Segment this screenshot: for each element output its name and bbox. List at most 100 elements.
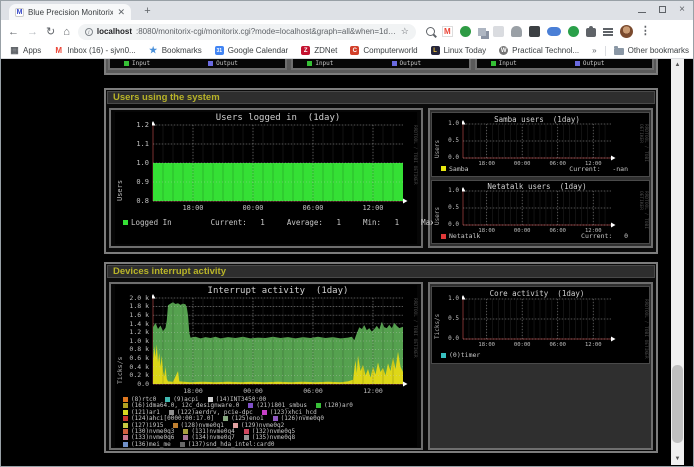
window-controls: × xyxy=(638,2,685,17)
y-tick-label: 1.0 xyxy=(115,159,149,167)
stat-value: Min: 1 xyxy=(363,218,399,227)
x-tick-label: 18:00 xyxy=(472,342,502,348)
legend-swatch xyxy=(273,416,278,421)
ghost-ext-icon[interactable] xyxy=(511,26,522,37)
minimize-button[interactable] xyxy=(638,12,646,13)
legend-swatch xyxy=(233,423,238,428)
rrdtool-watermark: RRDTOOL / TOBI OETIKER xyxy=(412,125,417,185)
green-circle-ext-icon[interactable] xyxy=(568,26,579,37)
output-label: Output xyxy=(216,60,238,67)
bookmark-star-icon[interactable]: ☆ xyxy=(401,26,409,37)
legend-item: (0)timer xyxy=(441,351,480,359)
magnifier-ext-icon[interactable] xyxy=(426,27,435,36)
home-button[interactable]: ⌂ xyxy=(63,26,70,38)
profile-avatar[interactable] xyxy=(620,25,633,38)
y-tick-label: 0.4 k xyxy=(115,363,149,371)
legend-swatch xyxy=(123,435,128,440)
bookmark-item[interactable]: CComputerworld xyxy=(350,46,417,55)
interrupt-activity-chart: Interrupt activity (1day)Ticks/sRRDTOOL … xyxy=(115,285,417,447)
input-swatch xyxy=(491,61,496,66)
menu-dots-icon[interactable]: ⋮ xyxy=(640,26,651,37)
x-tick-label: 18:00 xyxy=(178,387,208,395)
bookmark-label: Practical Technol... xyxy=(512,46,579,55)
chart-plot xyxy=(462,120,617,163)
blue-pill-ext-icon[interactable] xyxy=(547,27,561,36)
y-tick-label: 1.2 xyxy=(115,121,149,129)
stat-value: Current: -nan xyxy=(569,165,628,173)
page-scrollbar[interactable]: ▲ ▼ xyxy=(671,59,684,465)
back-button[interactable]: ← xyxy=(8,26,19,38)
bookmark-item[interactable]: ▦Apps xyxy=(10,46,41,55)
bookmarks-overflow-chevron[interactable]: » xyxy=(592,46,596,55)
address-bar[interactable]: i localhost :8080/monitorix-cgi/monitori… xyxy=(78,24,416,40)
y-tick-label: 1.0 k xyxy=(115,337,149,345)
forward-button[interactable]: → xyxy=(27,26,38,38)
bookmark-item[interactable]: 31Google Calendar xyxy=(215,46,288,55)
monitorix-page: InputOutputInputOutputInputOutput Users … xyxy=(1,59,693,465)
y-tick-label: 0.2 k xyxy=(115,371,149,379)
legend-swatch xyxy=(248,403,253,408)
tab-close-icon[interactable]: ✕ xyxy=(117,8,125,17)
legend-swatch xyxy=(123,423,128,428)
legend-swatch xyxy=(223,416,228,421)
maximize-button[interactable] xyxy=(659,6,666,13)
chart-plot xyxy=(462,295,617,344)
network-graph-panel-bottom: InputOutput xyxy=(108,59,287,70)
y-tick-label: 0.0 xyxy=(433,154,459,161)
browser-tab[interactable]: M Blue Precision Monitorix ✕ xyxy=(9,4,131,20)
bookmark-item[interactable]: ZZDNet xyxy=(301,46,337,55)
legend-label: (137)snd_hda_intel:card0 xyxy=(188,441,275,448)
y-tick-label: 0.6 k xyxy=(115,354,149,362)
legend-item: (137)snd_hda_intel:card0 xyxy=(180,441,275,448)
legend-stats: Current: 1Average: 1Min: 1Max: 1 xyxy=(211,218,458,227)
devices-section-title: Devices interrupt activity xyxy=(107,265,655,278)
bookmark-item[interactable]: ★Bookmarks xyxy=(149,46,202,55)
browser-toolbar: ← → ↻ ⌂ i localhost :8080/monitorix-cgi/… xyxy=(1,20,693,43)
page-info-icon[interactable]: i xyxy=(85,28,93,36)
bookmark-item[interactable]: WPractical Technol... xyxy=(499,46,579,55)
x-tick-label: 00:00 xyxy=(507,342,537,348)
legend-label: Logged In xyxy=(131,218,172,227)
y-tick-label: 0.5 xyxy=(433,315,459,322)
network-graph-panel-bottom: InputOutput xyxy=(475,59,654,70)
browser-window: M Blue Precision Monitorix ✕ + × ← → ↻ ⌂… xyxy=(0,0,694,467)
legend-swatch xyxy=(441,166,446,171)
legend-swatch xyxy=(441,234,446,239)
y-tick-label: 0.0 xyxy=(433,335,459,342)
netatalk-users-chart: Netatalk users (1day)UsersRRDTOOL / TOBI… xyxy=(433,181,648,242)
url-path: :8080/monitorix-cgi/monitorix.cgi?mode=l… xyxy=(136,27,397,36)
bookmark-item[interactable]: MInbox (16) - sjvn0... xyxy=(54,46,135,55)
tab-title: Blue Precision Monitorix xyxy=(28,8,113,17)
legend-item: Logged In xyxy=(123,218,172,227)
bookmarks-bar-right: » Other bookmarks xyxy=(592,46,689,56)
legend-row: Netatalk Current: 0 xyxy=(441,232,642,240)
reading-list-icon[interactable] xyxy=(603,31,613,33)
copy-pages-ext-icon[interactable] xyxy=(478,28,486,36)
scrollbar-thumb[interactable] xyxy=(672,365,683,443)
legend-label: Netatalk xyxy=(449,232,480,240)
scroll-down-arrow-icon[interactable]: ▼ xyxy=(671,453,684,465)
other-bookmarks-button[interactable]: Other bookmarks xyxy=(614,46,689,55)
legend-item: Netatalk xyxy=(441,232,480,240)
extensions-puzzle-icon[interactable] xyxy=(586,28,596,37)
x-tick-label: 12:00 xyxy=(358,204,388,212)
bookmark-label: Inbox (16) - sjvn0... xyxy=(67,46,135,55)
stat-value: Average: 1 xyxy=(287,218,341,227)
lt-icon: L xyxy=(431,46,440,55)
legend-swatch xyxy=(123,416,128,421)
bookmark-item[interactable]: LLinux Today xyxy=(431,46,487,55)
scroll-up-arrow-icon[interactable]: ▲ xyxy=(671,59,684,71)
stat-value: Current: 0 xyxy=(581,232,628,240)
legend-item: (136)mei_me xyxy=(123,441,171,448)
close-button[interactable]: × xyxy=(679,5,685,15)
reload-button[interactable]: ↻ xyxy=(46,26,55,38)
dark-square-ext-icon[interactable] xyxy=(529,26,540,37)
gmail-ext-icon[interactable]: M xyxy=(442,26,453,37)
new-tab-button[interactable]: + xyxy=(141,5,154,18)
input-legend: Input xyxy=(491,60,517,67)
star-icon: ★ xyxy=(149,46,158,55)
green-globe-ext-icon[interactable] xyxy=(460,26,471,37)
y-tick-label: 0.0 xyxy=(433,221,459,228)
bookmarks-separator xyxy=(605,46,606,56)
light-square-ext-icon[interactable] xyxy=(493,26,504,37)
